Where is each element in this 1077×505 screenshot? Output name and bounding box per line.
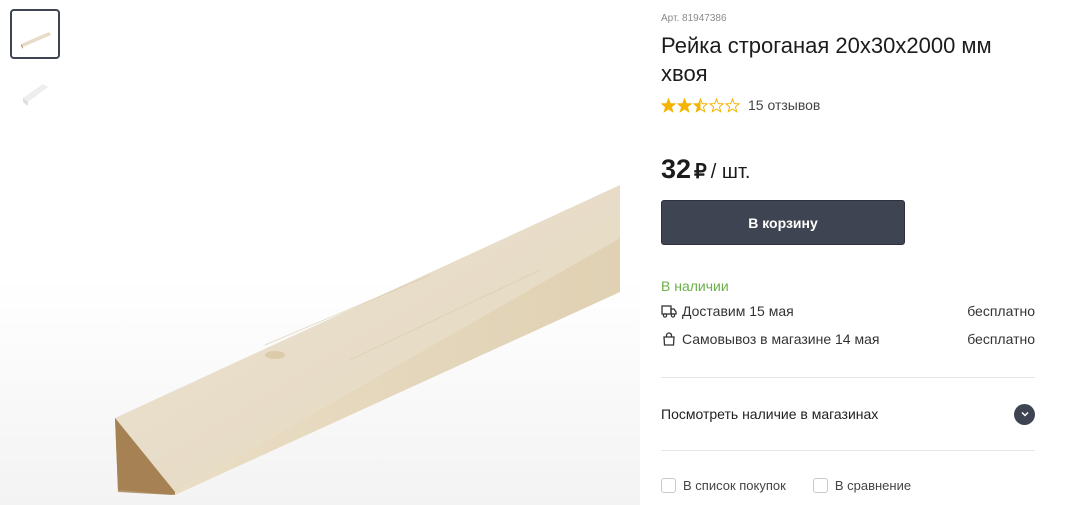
- bag-icon: [663, 332, 675, 346]
- pickup-row: Самовывоз в магазине 14 мая бесплатно: [661, 331, 1035, 347]
- product-gallery: [0, 0, 640, 505]
- wood-plank-thumbnail-alt-icon: [23, 84, 48, 106]
- rating-stars: [661, 97, 740, 113]
- stock-status: В наличии: [661, 278, 729, 294]
- checkbox-box[interactable]: [812, 478, 828, 493]
- price-currency: ₽: [694, 161, 707, 183]
- shopping-list-checkbox[interactable]: В список покупок: [661, 478, 786, 493]
- thumbnail-list: [10, 9, 62, 129]
- price-unit: / шт.: [710, 161, 751, 183]
- shopping-list-label: В список покупок: [683, 478, 786, 493]
- thumbnail-2[interactable]: [10, 69, 60, 119]
- wood-plank-thumbnail-icon: [21, 32, 51, 49]
- divider: [661, 377, 1035, 378]
- price: 32 ₽ / шт.: [661, 154, 750, 185]
- star-half-icon: [693, 97, 708, 113]
- product-actions: В список покупок В сравнение: [661, 478, 938, 493]
- pickup-cost: бесплатно: [967, 331, 1035, 347]
- product-title: Рейка строганая 20х30х2000 мм хвоя: [661, 33, 992, 86]
- delivery-label: Доставим 15 мая: [682, 303, 794, 319]
- wood-plank-image: [115, 185, 620, 495]
- divider: [661, 450, 1035, 451]
- compare-label: В сравнение: [834, 478, 912, 493]
- compare-checkbox[interactable]: В сравнение: [812, 478, 912, 493]
- checkbox-box[interactable]: [661, 478, 676, 493]
- pickup-label: Самовывоз в магазине 14 мая: [682, 331, 880, 347]
- thumbnail-1[interactable]: [10, 9, 60, 59]
- truck-icon: [661, 305, 677, 318]
- delivery-row: Доставим 15 мая бесплатно: [661, 303, 1035, 319]
- delivery-cost: бесплатно: [967, 303, 1035, 319]
- star-full-icon: [661, 97, 676, 113]
- price-value: 32: [661, 154, 692, 184]
- store-availability-label: Посмотреть наличие в магазинах: [661, 406, 879, 422]
- star-empty-icon: [709, 97, 724, 113]
- star-full-icon: [677, 97, 692, 113]
- store-availability-toggle[interactable]: Посмотреть наличие в магазинах: [661, 400, 1035, 428]
- chevron-down-icon[interactable]: [1014, 403, 1035, 425]
- reviews-link[interactable]: 15 отзывов: [748, 97, 820, 113]
- star-empty-icon: [725, 97, 740, 113]
- product-sku: Арт. 81947386: [661, 13, 727, 24]
- add-to-cart-button[interactable]: В корзину: [661, 200, 905, 245]
- rating-row: 15 отзывов: [661, 97, 820, 113]
